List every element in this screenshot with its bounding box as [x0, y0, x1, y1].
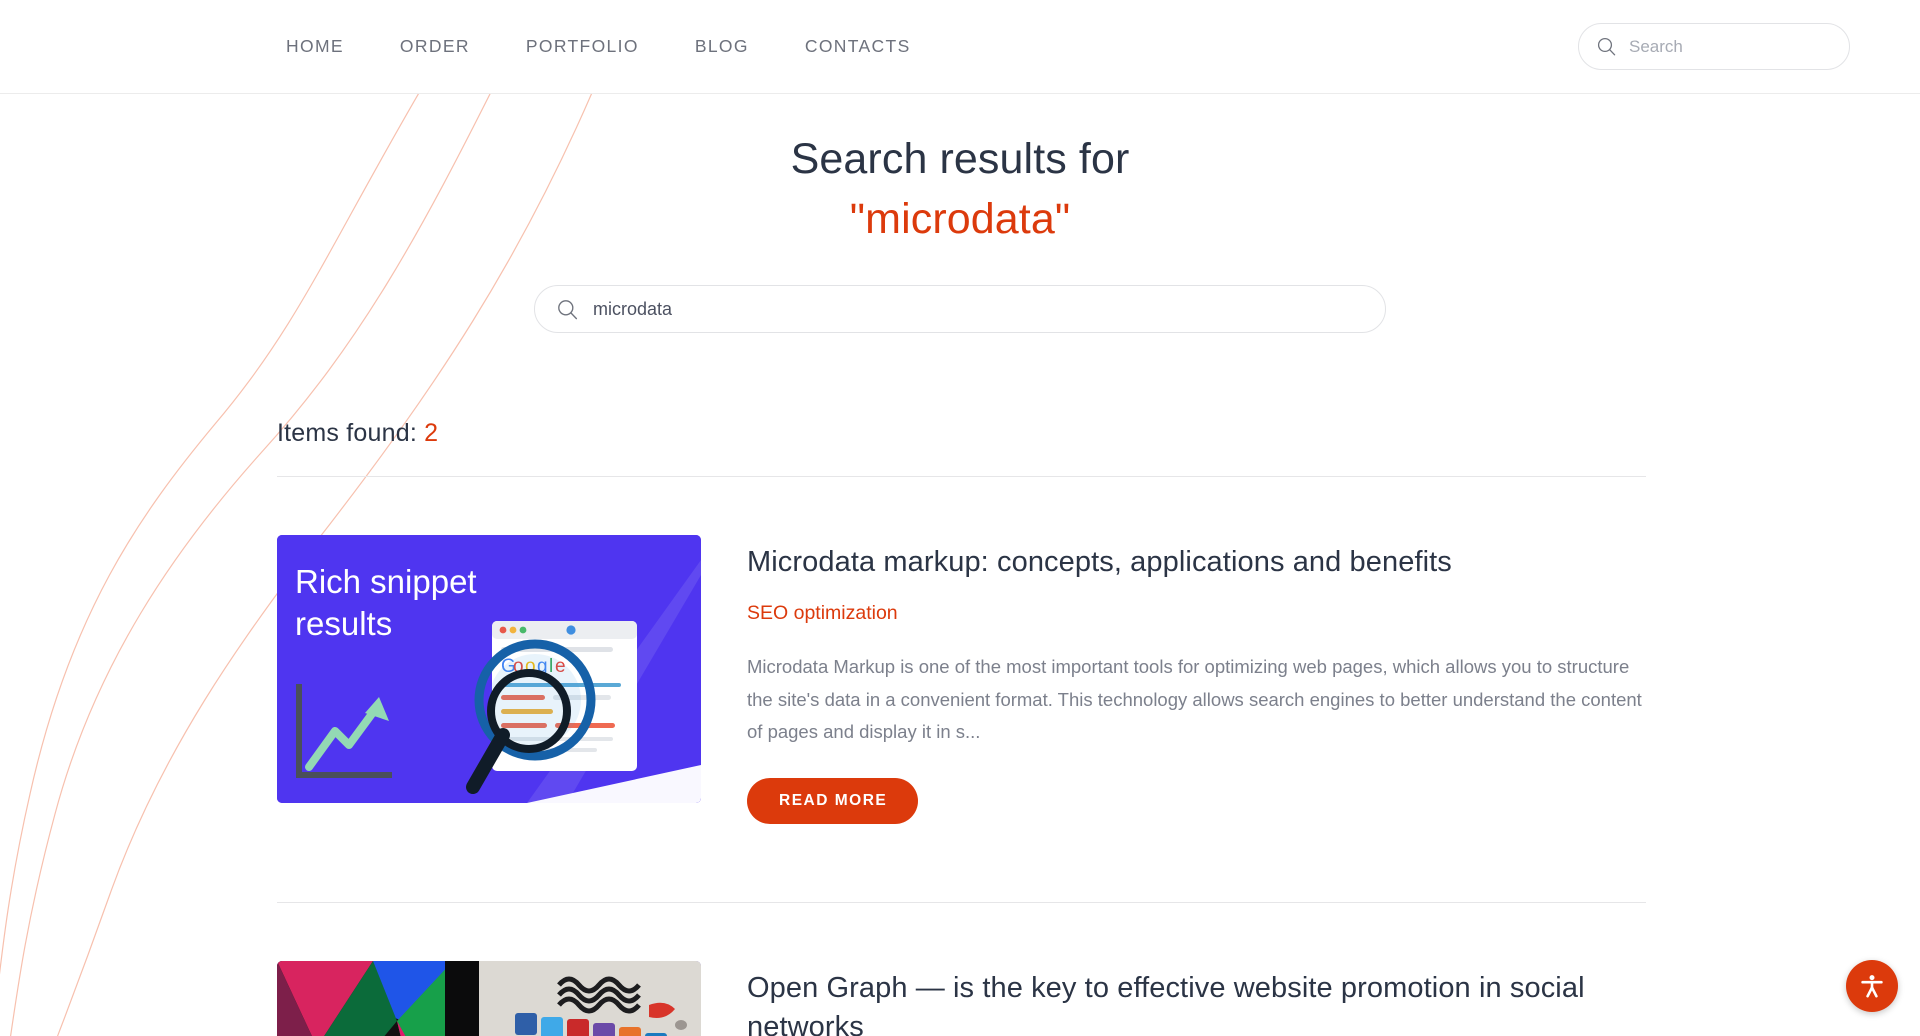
- hero-search-box[interactable]: [534, 285, 1386, 334]
- results-content: Items found: 2 Rich snippet results G o …: [274, 419, 1646, 1036]
- page-main: Search results for "microdata" Items fou…: [0, 94, 1920, 1036]
- results-summary-label: Items found:: [277, 419, 417, 448]
- search-icon: [1597, 37, 1616, 56]
- result-excerpt: Microdata Markup is one of the most impo…: [747, 655, 1642, 743]
- header-inner: HOME ORDER PORTFOLIO BLOG CONTACTS: [0, 23, 1920, 70]
- nav-item-order[interactable]: ORDER: [400, 36, 470, 57]
- result-body: Open Graph — is the key to effective web…: [747, 961, 1646, 1036]
- svg-text:results: results: [295, 605, 392, 642]
- page-title-prefix: Search results for: [790, 135, 1130, 183]
- rich-snippet-illustration: Rich snippet results G o o g l e: [277, 535, 701, 804]
- nav-item-blog[interactable]: BLOG: [695, 36, 749, 57]
- page-title-query: "microdata": [849, 195, 1071, 244]
- search-result-item: Rich snippet results G o o g l e Microda…: [277, 477, 1646, 874]
- nav-item-contacts[interactable]: CONTACTS: [805, 36, 911, 57]
- results-count: 2: [424, 419, 439, 448]
- results-summary: Items found: 2: [277, 419, 1646, 448]
- accessibility-icon: [1861, 975, 1883, 998]
- read-more-button[interactable]: READ MORE: [747, 778, 919, 825]
- header-search-box[interactable]: [1578, 23, 1850, 70]
- main-navigation: HOME ORDER PORTFOLIO BLOG CONTACTS: [286, 36, 911, 57]
- result-title[interactable]: Microdata markup: concepts, applications…: [747, 543, 1646, 582]
- accessibility-widget-button[interactable]: [1846, 960, 1898, 1012]
- result-body: Microdata markup: concepts, applications…: [747, 535, 1646, 825]
- social-media-icons-photo: [277, 961, 701, 1036]
- result-category[interactable]: SEO optimization: [747, 602, 898, 625]
- hero-search-input[interactable]: [593, 298, 1363, 320]
- header-search-input[interactable]: [1629, 36, 1831, 57]
- nav-item-portfolio[interactable]: PORTFOLIO: [526, 36, 639, 57]
- search-icon: [558, 299, 578, 319]
- page-title: Search results for "microdata": [0, 132, 1920, 247]
- result-thumbnail[interactable]: Rich snippet results G o o g l e: [277, 535, 701, 804]
- result-title[interactable]: Open Graph — is the key to effective web…: [747, 969, 1646, 1036]
- nav-item-home[interactable]: HOME: [286, 36, 344, 57]
- site-header: HOME ORDER PORTFOLIO BLOG CONTACTS: [0, 0, 1920, 94]
- search-result-item: Open Graph — is the key to effective web…: [277, 903, 1646, 1036]
- svg-text:Rich snippet: Rich snippet: [295, 563, 477, 600]
- hero-search-wrap: [0, 285, 1920, 334]
- result-thumbnail[interactable]: [277, 961, 701, 1036]
